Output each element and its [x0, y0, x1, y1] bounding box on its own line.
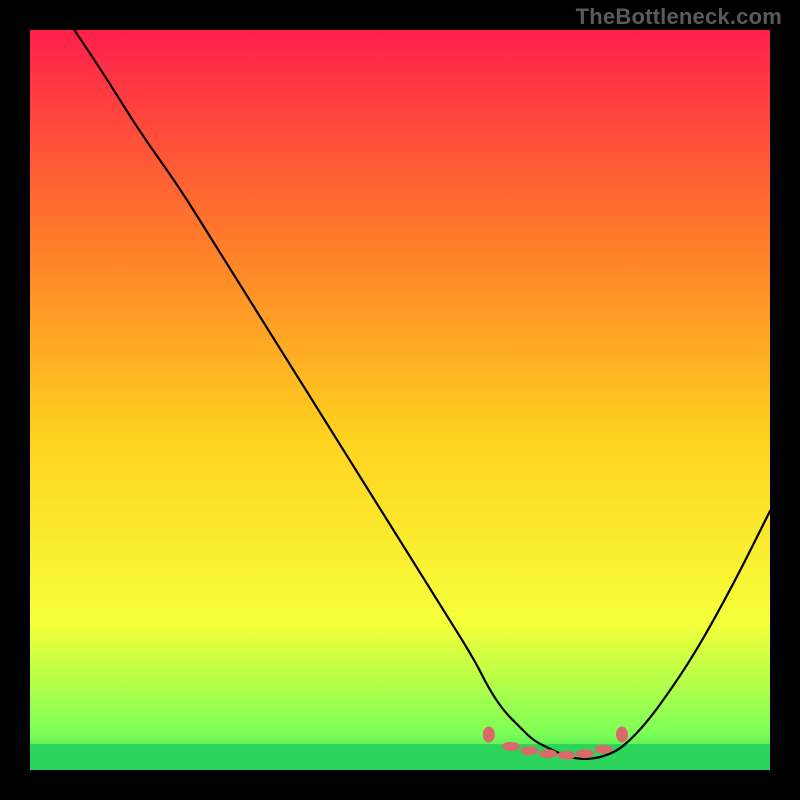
highlight-dot — [483, 726, 495, 742]
gradient-background — [30, 30, 770, 770]
highlight-dot — [502, 742, 520, 751]
highlight-dot — [521, 746, 539, 755]
highlight-dot — [539, 749, 557, 758]
watermark-text: TheBottleneck.com — [576, 4, 782, 30]
highlight-dot — [558, 751, 576, 760]
highlight-dot — [616, 726, 628, 742]
chart-frame: TheBottleneck.com — [0, 0, 800, 800]
green-band — [30, 744, 770, 770]
plot-area — [30, 30, 770, 770]
chart-svg — [30, 30, 770, 770]
highlight-dot — [595, 745, 613, 754]
highlight-dot — [576, 749, 594, 758]
